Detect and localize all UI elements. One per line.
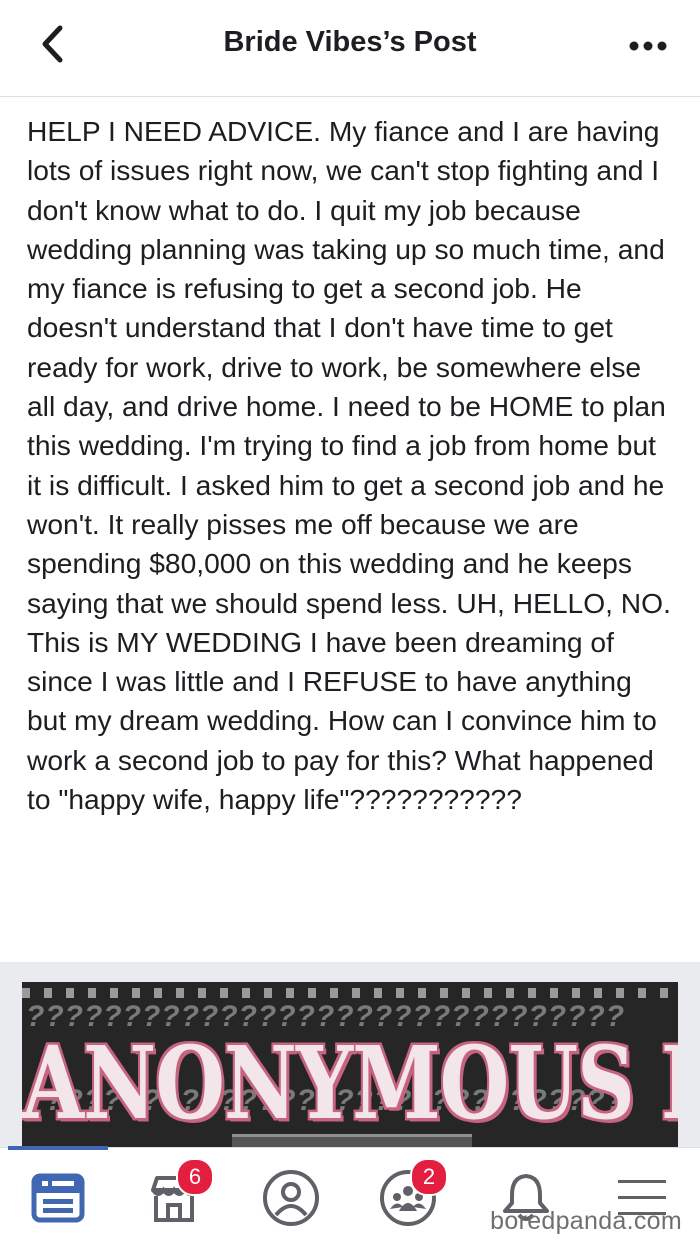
marketplace-notification-badge: 6 <box>176 1158 214 1196</box>
anonymous-post-banner-image[interactable]: ??????????????????????????????? ????????… <box>22 982 678 1147</box>
tab-news-feed[interactable] <box>22 1162 94 1234</box>
page-title: Bride Vibes’s Post <box>223 26 477 58</box>
post-image-container[interactable]: ??????????????????????????????? ????????… <box>0 962 700 1147</box>
active-tab-indicator <box>8 1146 108 1150</box>
post-body-text: HELP I NEED ADVICE. My fiance and I are … <box>27 115 679 816</box>
banner-monitor-graphic <box>232 1134 472 1147</box>
profile-icon <box>263 1170 319 1226</box>
news-feed-icon <box>31 1173 85 1223</box>
more-horizontal-icon <box>629 41 667 51</box>
banner-dot-border <box>22 988 678 998</box>
groups-notification-badge: 2 <box>410 1158 448 1196</box>
top-nav-bar: Bride Vibes’s Post <box>0 0 700 97</box>
tab-marketplace[interactable]: 6 <box>138 1158 214 1234</box>
banner-title: ANONYMOUS POST <box>22 1024 678 1142</box>
tab-profile[interactable] <box>255 1162 327 1234</box>
more-options-button[interactable] <box>626 24 670 68</box>
watermark: boredpanda.com <box>490 1207 682 1235</box>
tab-groups[interactable]: 2 <box>372 1158 448 1234</box>
